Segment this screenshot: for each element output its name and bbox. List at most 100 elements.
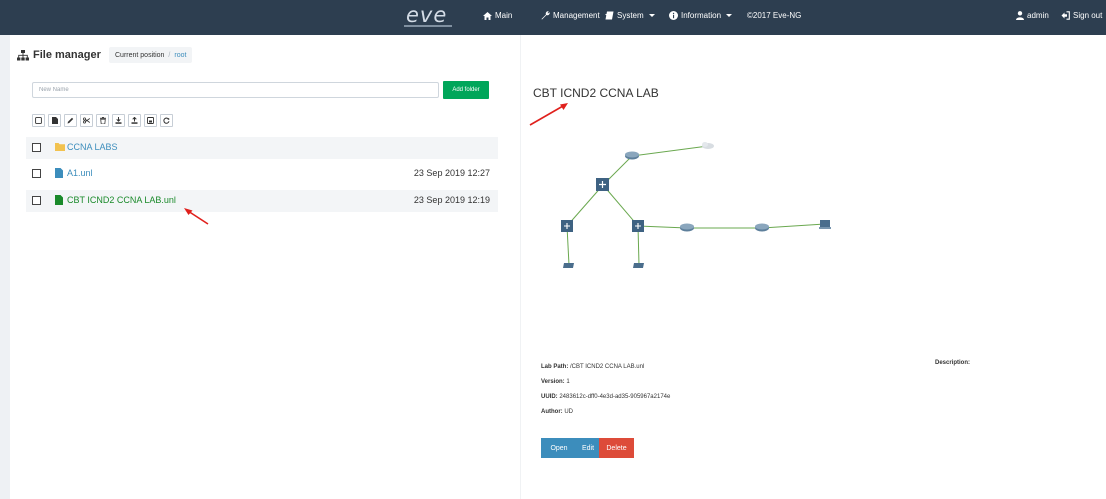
list-item-file-a1[interactable]: A1.unl 23 Sep 2019 12:27 xyxy=(26,163,498,185)
row-checkbox[interactable] xyxy=(32,196,41,205)
save-button[interactable] xyxy=(144,114,157,127)
nav-information-label: Information xyxy=(681,11,722,20)
file-toolbar xyxy=(32,114,173,127)
lab-author: Author: UD xyxy=(541,409,573,415)
row-checkbox[interactable] xyxy=(32,169,41,178)
file-name-selected[interactable]: CBT ICND2 CCNA LAB.unl xyxy=(67,195,176,205)
sitemap-icon xyxy=(17,49,29,60)
breadcrumb: Current position / root xyxy=(109,47,193,63)
nav-user[interactable]: admin xyxy=(1016,11,1049,20)
lab-topology-preview[interactable] xyxy=(540,130,840,280)
import-icon xyxy=(115,117,122,124)
nav-user-label: admin xyxy=(1027,11,1049,20)
annotation-arrow-title xyxy=(529,103,568,126)
lab-uuid: UUID: 2483612c-dff0-4e3d-ad35-905967a217… xyxy=(541,394,670,400)
pc-icon[interactable] xyxy=(633,263,644,268)
file-manager-title: File manager xyxy=(17,49,101,61)
pc-icon[interactable] xyxy=(563,263,574,268)
nav-system-label: System xyxy=(617,11,644,20)
list-item-folder-ccna-labs[interactable]: CCNA LABS xyxy=(26,137,498,159)
page-title: File manager xyxy=(33,49,101,61)
file-date: 23 Sep 2019 12:27 xyxy=(413,168,490,178)
router-icon[interactable] xyxy=(755,223,769,232)
refresh-button[interactable] xyxy=(160,114,173,127)
signout-icon xyxy=(1061,11,1070,20)
row-checkbox[interactable] xyxy=(32,143,41,152)
nav-management[interactable]: Management xyxy=(541,11,611,20)
export-button[interactable] xyxy=(128,114,141,127)
lab-title: CBT ICND2 CCNA LAB xyxy=(533,86,659,100)
user-icon xyxy=(1016,11,1024,20)
top-navbar: eve Main Management System Information ©… xyxy=(0,0,1106,35)
lab-actions: Open Edit Delete xyxy=(541,438,634,458)
logo-text: eve xyxy=(406,3,448,27)
topology-links xyxy=(566,145,826,266)
nav-copyright[interactable]: ©2017 Eve-NG xyxy=(747,11,801,20)
refresh-icon xyxy=(163,117,170,124)
switch-icon[interactable] xyxy=(596,178,609,191)
new-file-button[interactable] xyxy=(48,114,61,127)
rename-button[interactable] xyxy=(64,114,77,127)
new-name-input[interactable] xyxy=(32,82,439,98)
folder-name[interactable]: CCNA LABS xyxy=(67,142,118,152)
home-icon xyxy=(483,11,492,20)
lab-version-label: Version: xyxy=(541,379,565,385)
wrench-icon xyxy=(541,11,550,20)
nav-signout[interactable]: Sign out xyxy=(1061,11,1102,20)
file-name[interactable]: A1.unl xyxy=(67,168,93,178)
lab-path-value: /CBT ICND2 CCNA LAB.unl xyxy=(570,364,645,370)
eve-logo[interactable]: eve xyxy=(398,3,458,30)
switch-icon[interactable] xyxy=(632,220,644,232)
save-icon xyxy=(147,117,154,124)
nav-management-label: Management xyxy=(553,11,600,20)
server-icon[interactable] xyxy=(819,220,831,229)
lab-author-label: Author: xyxy=(541,409,563,415)
select-all-icon xyxy=(35,117,42,124)
list-item-file-cbt-icnd2[interactable]: CBT ICND2 CCNA LAB.unl 23 Sep 2019 12:19 xyxy=(26,190,498,212)
left-rail xyxy=(0,35,10,499)
router-icon[interactable] xyxy=(625,151,639,160)
folder-icon xyxy=(55,143,65,151)
annotation-arrow-file xyxy=(184,208,209,225)
router-icon[interactable] xyxy=(680,223,694,232)
delete-file-button[interactable] xyxy=(96,114,109,127)
lab-uuid-value: 2483612c-dff0-4e3d-ad35-905967a2174e xyxy=(559,394,671,400)
import-button[interactable] xyxy=(112,114,125,127)
breadcrumb-separator: / xyxy=(168,51,171,59)
chevron-down-icon xyxy=(726,14,733,17)
chevron-down-icon xyxy=(648,14,655,17)
select-all-button[interactable] xyxy=(32,114,45,127)
edit-button[interactable]: Edit xyxy=(577,438,599,458)
switch-icon[interactable] xyxy=(561,220,573,232)
delete-icon xyxy=(99,117,106,124)
new-file-icon xyxy=(51,117,58,124)
nav-copyright-label: ©2017 Eve-NG xyxy=(747,11,802,20)
breadcrumb-root-link[interactable]: root xyxy=(174,52,186,59)
nav-information[interactable]: Information xyxy=(669,11,733,20)
open-button[interactable]: Open xyxy=(541,438,577,458)
logo-underline xyxy=(404,25,452,27)
cut-button[interactable] xyxy=(80,114,93,127)
lab-path: Lab Path: /CBT ICND2 CCNA LAB.unl xyxy=(541,364,644,370)
nav-system[interactable]: System xyxy=(605,11,655,20)
add-folder-button[interactable]: Add folder xyxy=(443,81,489,99)
lab-path-label: Lab Path: xyxy=(541,364,569,370)
book-icon xyxy=(605,11,614,20)
lab-version-value: 1 xyxy=(566,379,570,385)
lab-description-label: Description: xyxy=(935,360,971,366)
nav-main[interactable]: Main xyxy=(483,11,512,20)
nav-signout-label: Sign out xyxy=(1073,11,1103,20)
pane-divider xyxy=(520,35,521,499)
file-icon xyxy=(55,195,63,205)
file-icon xyxy=(55,168,63,178)
breadcrumb-label: Current position xyxy=(115,51,165,59)
lab-uuid-label: UUID: xyxy=(541,394,558,400)
info-icon xyxy=(669,11,678,20)
delete-button[interactable]: Delete xyxy=(599,438,634,458)
file-date: 23 Sep 2019 12:19 xyxy=(413,195,490,205)
eve-ng-file-manager-page: eve Main Management System Information ©… xyxy=(0,0,1106,499)
cut-icon xyxy=(83,117,90,124)
nav-main-label: Main xyxy=(495,11,513,20)
cloud-icon[interactable] xyxy=(702,142,714,149)
lab-version: Version: 1 xyxy=(541,379,570,385)
